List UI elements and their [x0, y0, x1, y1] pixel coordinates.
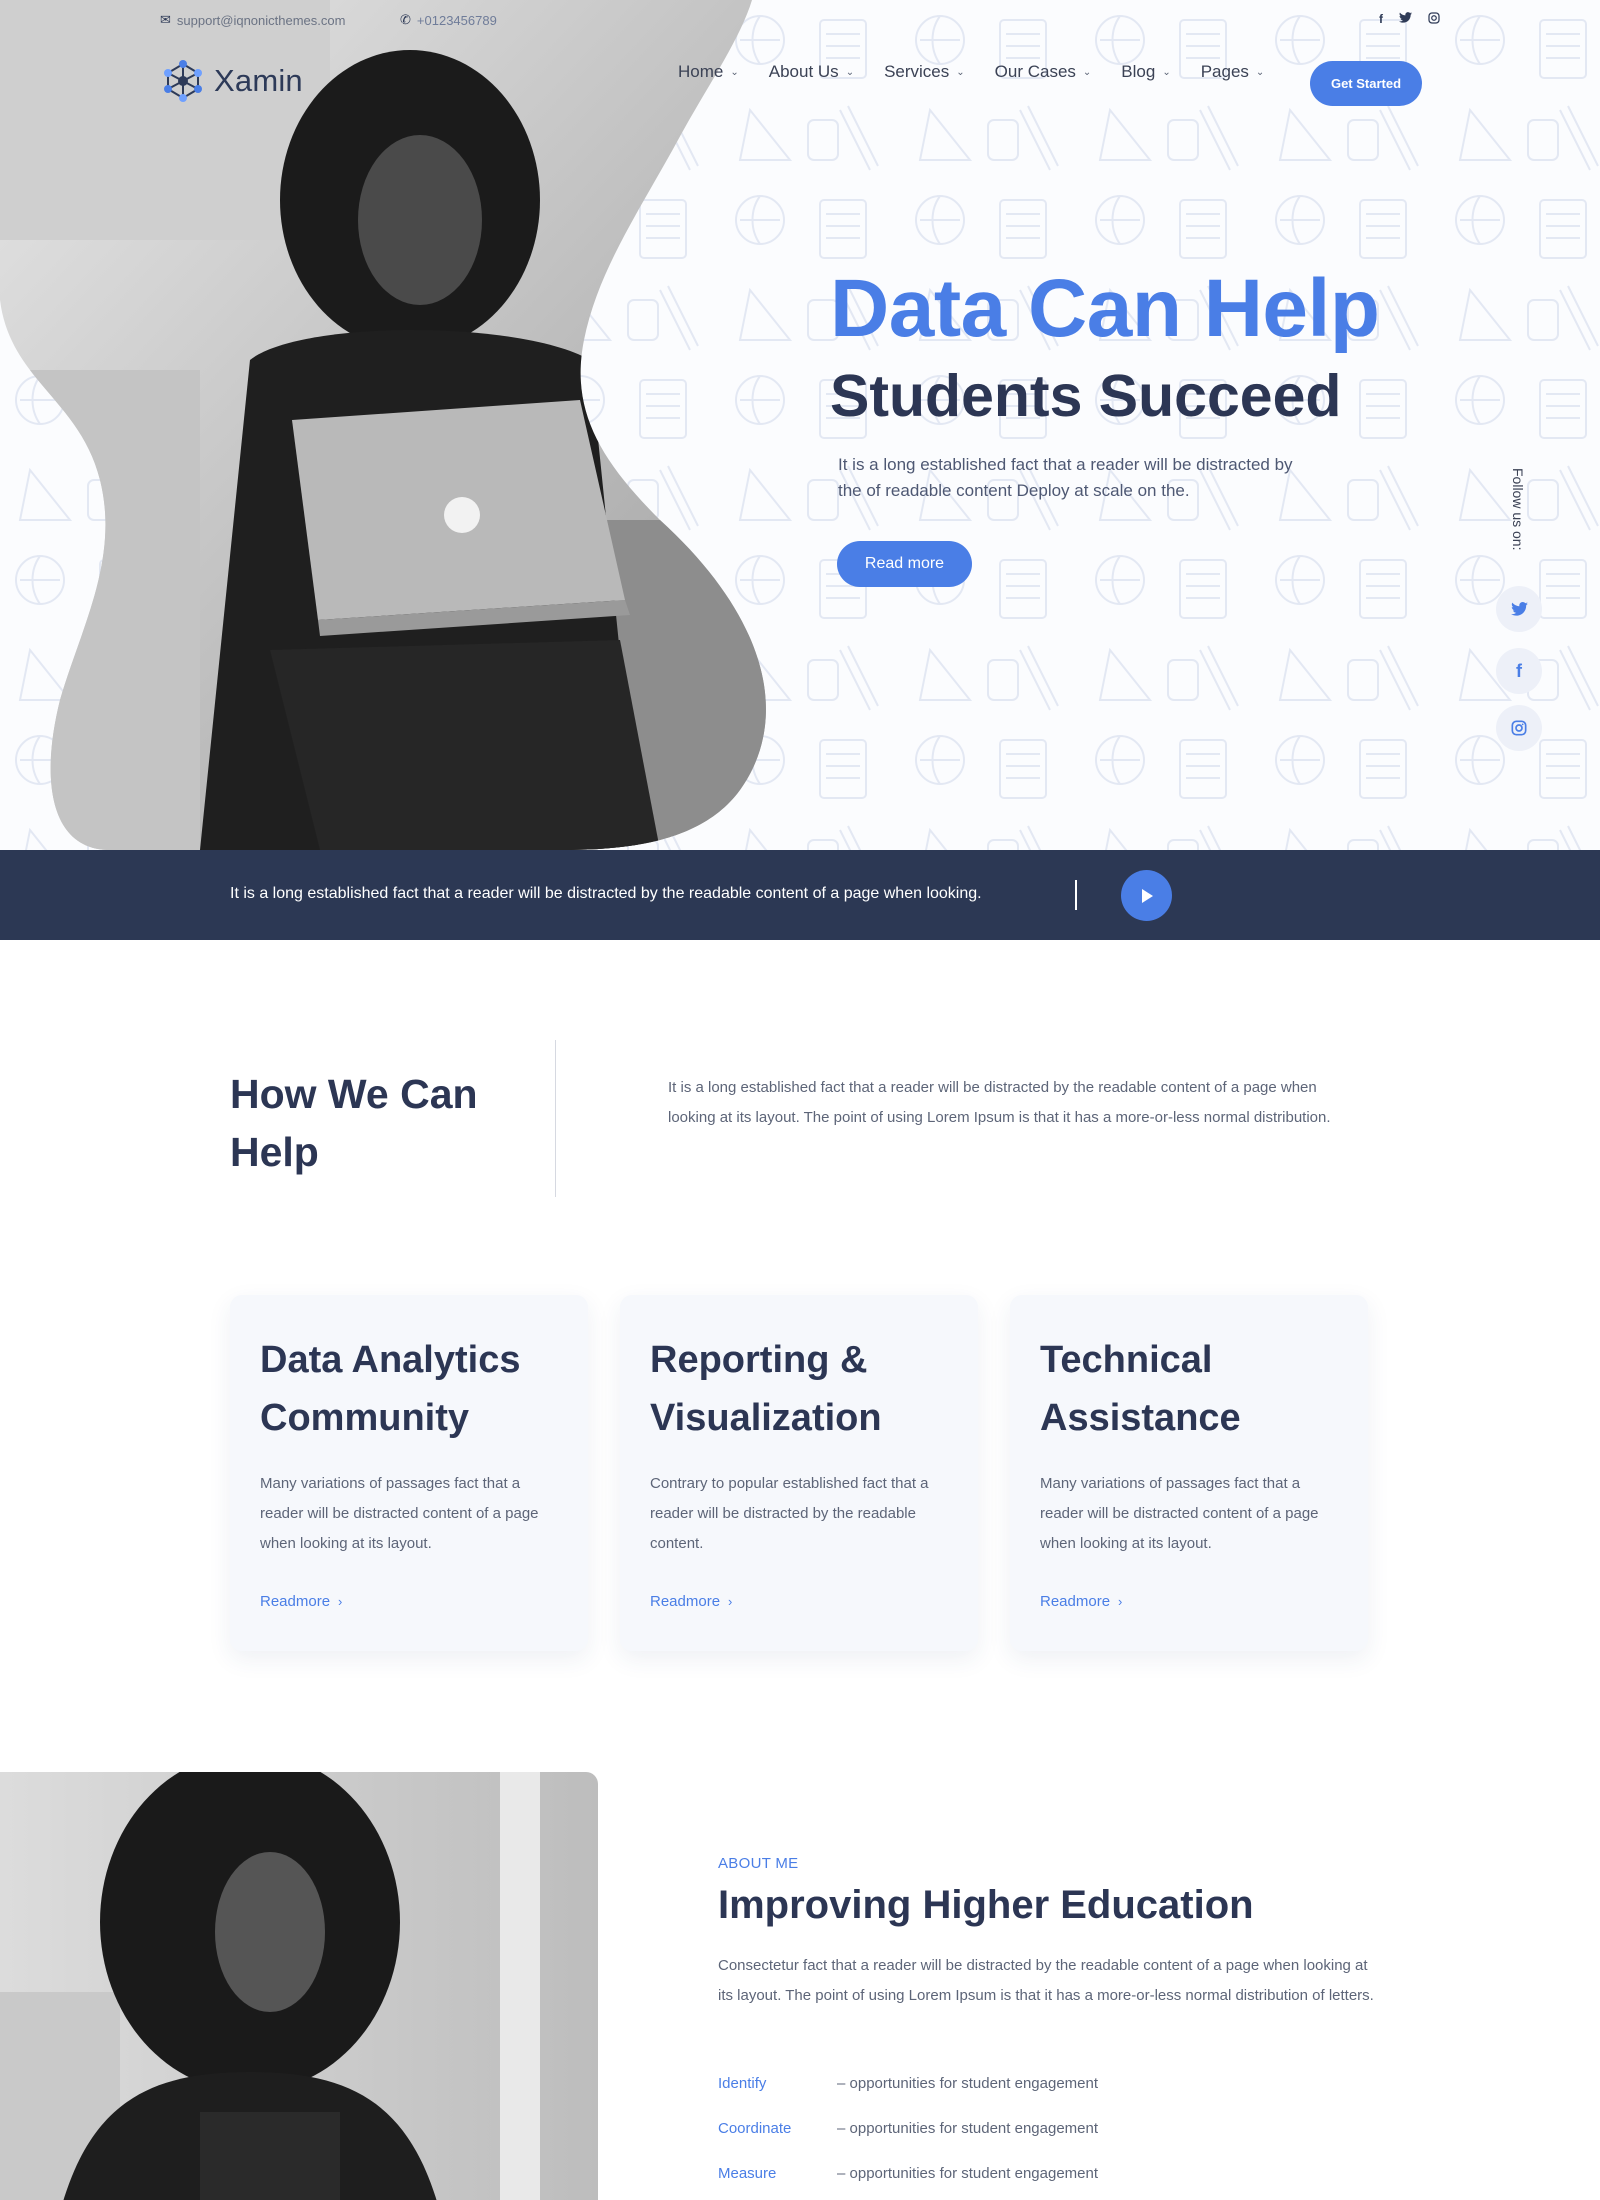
banner-divider — [1075, 880, 1077, 910]
about-item-key: Measure — [718, 2165, 777, 2182]
chevron-down-icon: ⌄ — [1082, 66, 1092, 78]
instagram-icon[interactable] — [1496, 705, 1542, 751]
help-section-description: It is a long established fact that a rea… — [668, 1079, 1331, 1126]
chevron-down-icon: ⌄ — [956, 66, 965, 78]
nav-item-services[interactable]: Services ⌄ — [884, 62, 965, 82]
card-description: Contrary to popular established fact tha… — [650, 1475, 929, 1552]
readmore-label: Readmore — [650, 1593, 721, 1610]
service-card: Technical Assistance Many variations of … — [1010, 1295, 1368, 1651]
nav-item-label: Blog — [1121, 62, 1156, 81]
readmore-link[interactable]: Readmore › — [650, 1593, 732, 1610]
hero-title-line2: Students Succeed — [830, 363, 1342, 429]
nav-item-home[interactable]: Home ⌄ — [678, 62, 739, 82]
email-text: support@iqnonicthemes.com — [176, 12, 346, 28]
logo-icon — [164, 60, 202, 102]
about-title: Improving Higher Education — [718, 1883, 1254, 1927]
about-item-key: Identify — [718, 2075, 767, 2092]
phone-contact[interactable]: ✆ +0123456789 — [400, 12, 497, 28]
service-card: Data Analytics Community Many variations… — [230, 1295, 588, 1651]
chevron-down-icon: ⌄ — [1255, 66, 1265, 78]
banner-text: It is a long established fact that a rea… — [230, 885, 982, 902]
play-icon — [1141, 888, 1153, 903]
main-nav: Home ⌄ About Us ⌄ Services ⌄ Our Cases ⌄… — [678, 62, 1294, 82]
hero-section: ✉ support@iqnonicthemes.com ✆ +012345678… — [0, 0, 1600, 850]
about-list-item: Identify – opportunities for student eng… — [718, 2075, 1098, 2092]
nav-item-label: Pages — [1200, 62, 1249, 81]
nav-item-blog[interactable]: Blog ⌄ — [1121, 62, 1170, 82]
readmore-link[interactable]: Readmore › — [260, 1593, 342, 1610]
card-description: Many variations of passages fact that a … — [260, 1475, 539, 1552]
nav-item-label: Our Cases — [994, 62, 1076, 81]
readmore-label: Readmore — [1040, 1593, 1111, 1610]
topbar-social-links: f — [1379, 12, 1440, 27]
hero-title-line1: Data Can Help — [830, 263, 1380, 354]
hero-photo — [0, 0, 766, 850]
nav-item-our-cases[interactable]: Our Cases ⌄ — [995, 62, 1092, 82]
chevron-down-icon: ⌄ — [1162, 66, 1171, 78]
about-list-item: Measure – opportunities for student enga… — [718, 2165, 1098, 2182]
readmore-link[interactable]: Readmore › — [1040, 1593, 1122, 1610]
logo[interactable]: Xamin — [160, 58, 303, 104]
facebook-icon[interactable]: f — [1379, 12, 1383, 27]
top-bar: ✉ support@iqnonicthemes.com ✆ +012345678… — [160, 12, 1440, 32]
about-item-key: Coordinate — [718, 2120, 792, 2137]
card-title: Data Analytics Community — [260, 1339, 521, 1439]
phone-icon: ✆ — [400, 12, 411, 27]
chevron-down-icon: ⌄ — [730, 66, 739, 78]
about-item-value: – opportunities for student engagement — [837, 2165, 1099, 2182]
play-video-button[interactable] — [1121, 870, 1172, 921]
nav-item-label: Home — [678, 62, 724, 81]
instagram-icon[interactable] — [1428, 12, 1440, 27]
chevron-down-icon: ⌄ — [845, 66, 855, 78]
card-title: Reporting & Visualization — [650, 1339, 882, 1439]
twitter-icon[interactable] — [1496, 586, 1542, 632]
about-description: Consectetur fact that a reader will be d… — [718, 1957, 1374, 2004]
nav-item-about-us[interactable]: About Us ⌄ — [769, 62, 854, 82]
about-eyebrow: ABOUT ME — [718, 1855, 799, 1872]
about-item-value: – opportunities for student engagement — [837, 2120, 1099, 2137]
chevron-right-icon: › — [1118, 1594, 1123, 1609]
logo-text: Xamin — [214, 63, 303, 98]
info-banner: It is a long established fact that a rea… — [0, 850, 1600, 940]
about-item-value: – opportunities for student engagement — [837, 2075, 1099, 2092]
service-card: Reporting & Visualization Contrary to po… — [620, 1295, 978, 1651]
nav-item-label: About Us — [768, 62, 839, 81]
follow-us-label: Follow us on: — [1508, 468, 1528, 565]
phone-text: +0123456789 — [416, 12, 497, 28]
readmore-label: Readmore — [260, 1593, 331, 1610]
envelope-icon: ✉ — [160, 12, 171, 27]
chevron-right-icon: › — [728, 1594, 733, 1609]
card-title: Technical Assistance — [1040, 1339, 1241, 1439]
hero-description: It is a long established fact that a rea… — [838, 455, 1293, 500]
nav-item-pages[interactable]: Pages ⌄ — [1201, 62, 1265, 82]
facebook-icon[interactable]: f — [1496, 648, 1542, 694]
follow-us-text: Follow us on: — [1510, 468, 1526, 551]
get-started-button[interactable]: Get Started — [1310, 61, 1422, 106]
card-description: Many variations of passages fact that a … — [1040, 1475, 1319, 1552]
chevron-right-icon: › — [338, 1594, 343, 1609]
read-more-button[interactable]: Read more — [837, 541, 972, 587]
about-photo — [0, 1772, 598, 2200]
help-divider — [555, 1040, 556, 1197]
nav-item-label: Services — [884, 62, 950, 81]
help-section-title: How We Can Help — [230, 1071, 478, 1175]
about-list-item: Coordinate – opportunities for student e… — [718, 2120, 1098, 2137]
twitter-icon[interactable] — [1399, 12, 1412, 27]
email-contact[interactable]: ✉ support@iqnonicthemes.com — [160, 12, 345, 28]
